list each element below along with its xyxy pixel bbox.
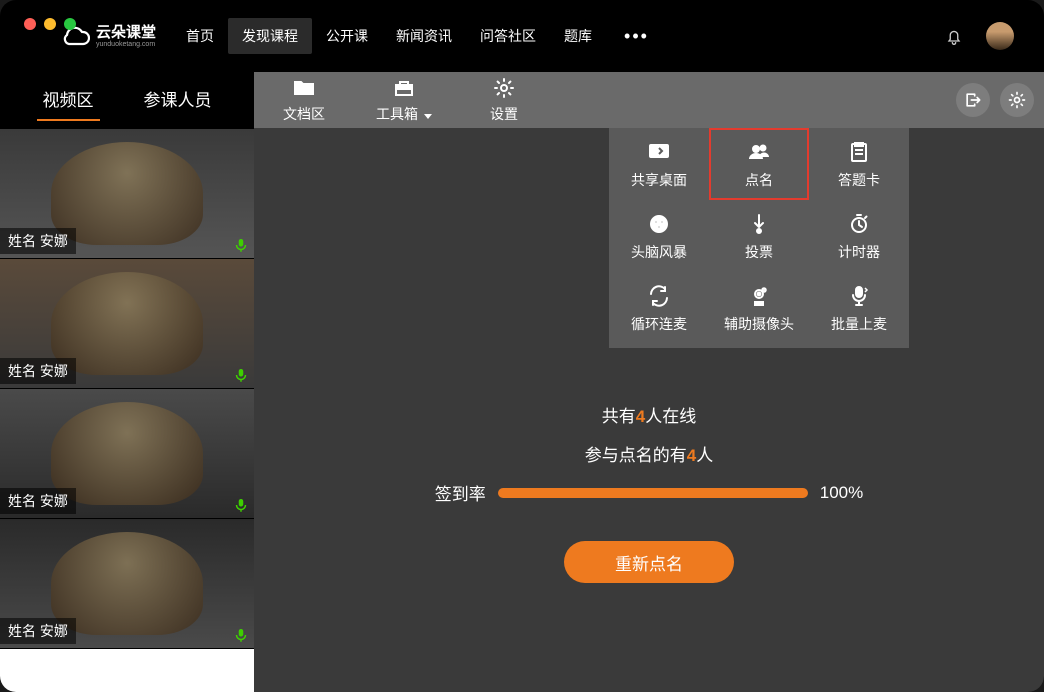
participant-name-tag: 姓名 安娜 (0, 618, 76, 644)
tool-timer[interactable]: 计时器 (809, 200, 909, 272)
gear-icon (1007, 90, 1027, 110)
toolbox-icon (392, 76, 416, 100)
toolbar-folder[interactable]: 文档区 (254, 72, 354, 128)
tool-label: 投票 (745, 242, 773, 262)
nav-5[interactable]: 题库 (550, 18, 606, 54)
exit-button[interactable] (956, 83, 990, 117)
close-window-button[interactable] (24, 18, 36, 30)
sidebar: 视频区参课人员 姓名 安娜姓名 安娜姓名 安娜姓名 安娜 (0, 72, 254, 692)
share-screen-icon (647, 140, 671, 164)
user-avatar[interactable] (986, 22, 1014, 50)
content-area: 文档区 工具箱 设置 共享桌面 点名 答题卡头脑风暴 投票 计时器循环连麦 辅助摄像头 批量上… (254, 72, 1044, 692)
mic-on-icon (232, 236, 250, 254)
minimize-window-button[interactable] (44, 18, 56, 30)
side-tab-0[interactable]: 视频区 (23, 80, 114, 121)
toolbar-toolbox[interactable]: 工具箱 (354, 72, 454, 128)
tool-label: 答题卡 (838, 170, 880, 190)
batch-mic-icon (847, 284, 871, 308)
tool-label: 循环连麦 (631, 314, 687, 334)
chevron-down-icon (424, 114, 432, 119)
vote-icon (747, 212, 771, 236)
online-count: 共有4人在线 (602, 402, 696, 427)
tool-label: 批量上麦 (831, 314, 887, 334)
tool-label: 点名 (745, 170, 773, 190)
participant-tile[interactable]: 姓名 安娜 (0, 519, 254, 649)
tool-label: 辅助摄像头 (724, 314, 794, 334)
timer-icon (847, 212, 871, 236)
window-controls (24, 18, 76, 30)
toolbar-label: 工具箱 (376, 104, 432, 124)
nav-1[interactable]: 发现课程 (228, 18, 312, 54)
tool-batch-mic[interactable]: 批量上麦 (809, 272, 909, 344)
tool-answer-card[interactable]: 答题卡 (809, 128, 909, 200)
participant-name-tag: 姓名 安娜 (0, 228, 76, 254)
retry-rollcall-button[interactable]: 重新点名 (564, 541, 734, 583)
nav-3[interactable]: 新闻资讯 (382, 18, 466, 54)
sidebar-tabs: 视频区参课人员 (0, 72, 254, 129)
mic-on-icon (232, 366, 250, 384)
participant-name-tag: 姓名 安娜 (0, 488, 76, 514)
tool-brainstorm[interactable]: 头脑风暴 (609, 200, 709, 272)
checkin-rate-label: 签到率 (435, 480, 486, 505)
mic-on-icon (232, 496, 250, 514)
aux-camera-icon (747, 284, 771, 308)
logo-text: 云朵课堂 (96, 25, 156, 40)
toolbar-label: 文档区 (283, 104, 325, 124)
notifications-icon[interactable] (944, 26, 964, 46)
settings-round-button[interactable] (1000, 83, 1034, 117)
tool-vote[interactable]: 投票 (709, 200, 809, 272)
answer-card-icon (847, 140, 871, 164)
participant-tile[interactable]: 姓名 安娜 (0, 389, 254, 519)
nav-more[interactable]: ••• (610, 22, 663, 50)
exit-icon (963, 90, 983, 110)
checkin-rate-row: 签到率 100% (435, 480, 863, 505)
mic-on-icon (232, 626, 250, 644)
checkin-rate-value: 100% (820, 483, 863, 503)
brainstorm-icon (647, 212, 671, 236)
app-window: 云朵课堂 yunduoketang.com 首页发现课程公开课新闻资讯问答社区题… (0, 0, 1044, 692)
tool-people[interactable]: 点名 (709, 128, 809, 200)
tool-cycle-mic[interactable]: 循环连麦 (609, 272, 709, 344)
side-tab-1[interactable]: 参课人员 (124, 80, 232, 121)
maximize-window-button[interactable] (64, 18, 76, 30)
cycle-mic-icon (647, 284, 671, 308)
rollcall-count: 参与点名的有4人 (585, 441, 713, 466)
gear-icon (492, 76, 516, 100)
participant-tile[interactable]: 姓名 安娜 (0, 259, 254, 389)
participant-name-tag: 姓名 安娜 (0, 358, 76, 384)
participant-list: 姓名 安娜姓名 安娜姓名 安娜姓名 安娜 (0, 129, 254, 692)
nav-4[interactable]: 问答社区 (466, 18, 550, 54)
content-toolbar: 文档区 工具箱 设置 (254, 72, 1044, 128)
nav-0[interactable]: 首页 (172, 18, 228, 54)
logo-subtext: yunduoketang.com (96, 41, 156, 48)
participant-tile[interactable]: 姓名 安娜 (0, 129, 254, 259)
toolbar-label: 设置 (490, 104, 518, 124)
logo: 云朵课堂 yunduoketang.com (62, 25, 156, 48)
tool-label: 头脑风暴 (631, 242, 687, 262)
nav-2[interactable]: 公开课 (312, 18, 382, 54)
checkin-rate-progress (498, 488, 808, 498)
top-nav: 云朵课堂 yunduoketang.com 首页发现课程公开课新闻资讯问答社区题… (0, 0, 1044, 72)
tools-dropdown: 共享桌面 点名 答题卡头脑风暴 投票 计时器循环连麦 辅助摄像头 批量上麦 (609, 128, 909, 348)
tool-label: 计时器 (838, 242, 880, 262)
main-area: 视频区参课人员 姓名 安娜姓名 安娜姓名 安娜姓名 安娜 文档区工具箱 设置 共… (0, 72, 1044, 692)
tool-share-screen[interactable]: 共享桌面 (609, 128, 709, 200)
tool-label: 共享桌面 (631, 170, 687, 190)
roll-call-status: 共有4人在线 参与点名的有4人 签到率 100% 重新点名 (254, 402, 1044, 583)
folder-icon (292, 76, 316, 100)
toolbar-gear[interactable]: 设置 (454, 72, 554, 128)
empty-participant-slot (0, 649, 254, 692)
people-icon (747, 140, 771, 164)
tool-aux-camera[interactable]: 辅助摄像头 (709, 272, 809, 344)
